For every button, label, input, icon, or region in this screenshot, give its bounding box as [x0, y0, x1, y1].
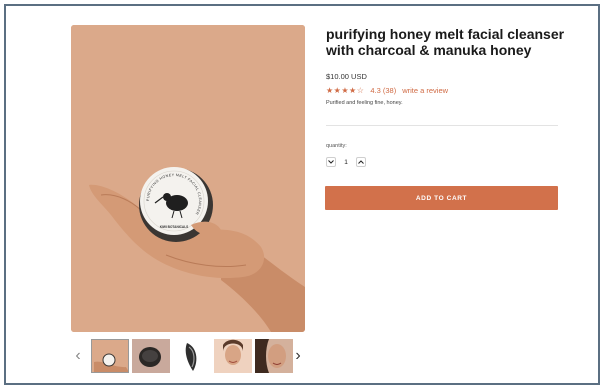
quantity-value[interactable]: 1: [342, 159, 350, 166]
chevron-left-icon[interactable]: ‹: [71, 348, 85, 364]
product-description: Purified and feeling fine, honey.: [326, 100, 403, 106]
chevron-right-icon[interactable]: ›: [291, 348, 305, 364]
thumbnail-open-jar-image: [132, 339, 170, 373]
jar-brand-text: KIWI BOTANICALS: [160, 225, 189, 229]
add-to-cart-button[interactable]: ADD TO CART: [325, 186, 558, 210]
rating-summary[interactable]: 4.3 (38): [370, 86, 396, 95]
quantity-stepper: 1: [326, 157, 366, 167]
divider: [326, 125, 558, 126]
thumbnail-1[interactable]: [91, 339, 129, 373]
thumbnail-2[interactable]: [132, 339, 170, 373]
thumbnail-swatch-image: [173, 339, 211, 373]
product-main-image[interactable]: PURIFYING HONEY MELT FACIAL CLEANSER KIW…: [71, 25, 305, 332]
quantity-label: quantity:: [326, 143, 347, 149]
rating-row: ★★★★☆ 4.3 (38) write a review: [326, 86, 448, 95]
star-rating-icon: ★★★★☆: [326, 86, 365, 95]
write-review-link[interactable]: write a review: [402, 86, 448, 95]
chevron-down-icon: [328, 160, 334, 164]
thumbnail-5[interactable]: [255, 339, 293, 373]
thumbnail-3[interactable]: [173, 339, 211, 373]
quantity-decrease-button[interactable]: [326, 157, 336, 167]
thumbnail-strip: ‹ ›: [71, 339, 305, 373]
product-price: $10.00 USD: [326, 72, 367, 81]
product-photo: PURIFYING HONEY MELT FACIAL CLEANSER KIW…: [71, 25, 305, 332]
thumbnail-4[interactable]: [214, 339, 252, 373]
quantity-increase-button[interactable]: [356, 157, 366, 167]
product-title: purifying honey melt facial cleanser wit…: [326, 26, 565, 58]
chevron-up-icon: [358, 160, 364, 164]
thumbnail-model-image: [214, 339, 252, 373]
thumbnail-model-closeup-image: [255, 339, 293, 373]
thumbnail-hand-jar-image: [94, 353, 128, 372]
